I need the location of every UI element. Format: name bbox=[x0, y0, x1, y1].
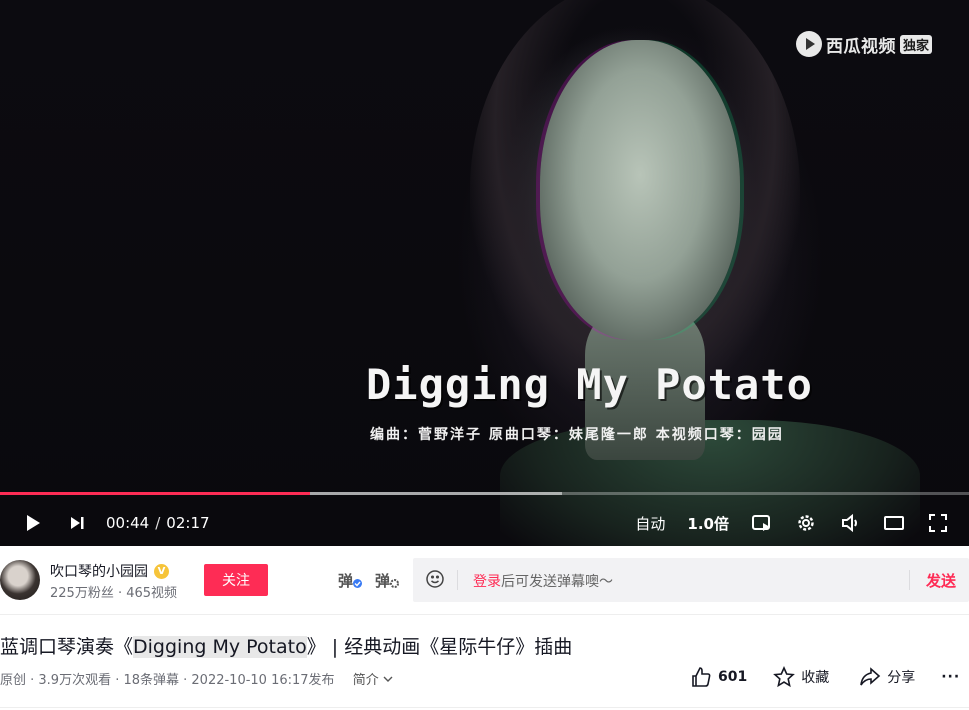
author-name[interactable]: 吹口琴的小园园 bbox=[50, 561, 148, 581]
send-divider bbox=[909, 570, 910, 590]
more-options-button[interactable]: ··· bbox=[941, 669, 960, 685]
danmu-toggle-label: 弹 bbox=[338, 572, 354, 590]
danmu-prompt: 登录后可发送弹幕噢～ bbox=[473, 571, 613, 591]
share-label: 分享 bbox=[887, 670, 916, 686]
verified-badge-icon: V bbox=[154, 563, 169, 579]
more-icon: ··· bbox=[941, 669, 961, 685]
danmu-settings-icon[interactable]: 弹 bbox=[375, 570, 400, 591]
video-subject-face bbox=[540, 40, 740, 340]
thumbs-up-icon bbox=[692, 667, 711, 687]
bottom-divider bbox=[0, 707, 969, 708]
follow-button[interactable]: 关注 bbox=[204, 564, 268, 596]
time-separator: / bbox=[155, 514, 161, 532]
video-title-suffix: 》 | 经典动画《星际牛仔》插曲 bbox=[306, 636, 573, 658]
video-player[interactable]: 西瓜视频 独家 Digging My Potato 编曲：菅野洋子 原曲口琴：妹… bbox=[0, 0, 969, 546]
fullscreen-icon[interactable] bbox=[925, 510, 951, 536]
video-overlay-credits: 编曲：菅野洋子 原曲口琴：妹尾隆一郎 本视频口琴：园园 bbox=[370, 427, 784, 443]
progress-played bbox=[0, 492, 311, 495]
danmu-settings-label: 弹 bbox=[375, 572, 391, 590]
login-link[interactable]: 登录 bbox=[473, 574, 501, 590]
theater-mode-icon[interactable] bbox=[881, 510, 907, 536]
settings-gear-icon[interactable] bbox=[793, 510, 819, 536]
share-button[interactable]: 分享 bbox=[859, 666, 915, 688]
xigua-watermark: 西瓜视频 独家 bbox=[796, 30, 933, 58]
quality-auto-button[interactable]: 自动 bbox=[635, 513, 665, 534]
next-icon[interactable] bbox=[64, 510, 90, 536]
play-icon[interactable] bbox=[20, 510, 46, 536]
loop-icon[interactable] bbox=[749, 510, 775, 536]
chevron-down-icon bbox=[383, 676, 393, 682]
author-stats: 225万粉丝 · 465视频 bbox=[50, 586, 178, 601]
like-button[interactable]: 601 bbox=[690, 666, 747, 688]
playback-speed-button[interactable]: 1.0倍 bbox=[687, 513, 729, 534]
intro-label: 简介 bbox=[352, 673, 379, 688]
like-count: 601 bbox=[718, 669, 748, 685]
video-actions: 601 收藏 分享 ··· bbox=[690, 666, 960, 688]
collect-button[interactable]: 收藏 bbox=[773, 666, 829, 688]
star-icon bbox=[773, 666, 796, 688]
player-controls: 00:44 / 02:17 自动 1.0倍 bbox=[0, 500, 969, 544]
collect-label: 收藏 bbox=[801, 670, 830, 686]
time-display: 00:44 / 02:17 bbox=[106, 514, 210, 532]
danmu-input-box[interactable]: 登录后可发送弹幕噢～ 发送 bbox=[413, 558, 969, 602]
watermark-brand: 西瓜视频 bbox=[826, 36, 896, 57]
intro-toggle[interactable]: 简介 bbox=[353, 673, 393, 688]
total-time: 02:17 bbox=[166, 514, 210, 532]
watermark-exclusive-badge: 独家 bbox=[900, 34, 933, 54]
author-danmu-bar: 吹口琴的小园园 V 225万粉丝 · 465视频 关注 弹 弹 登录后可发送弹幕… bbox=[0, 546, 969, 615]
author-avatar[interactable] bbox=[0, 560, 40, 600]
danmu-prompt-text: 后可发送弹幕噢～ bbox=[501, 574, 613, 590]
progress-bar[interactable] bbox=[0, 492, 969, 495]
video-meta: 原创 · 3.9万次观看 · 18条弹幕 · 2022-10-10 16:17发… bbox=[0, 669, 393, 688]
video-title-highlight: Digging My Potato bbox=[133, 636, 307, 658]
current-time: 00:44 bbox=[106, 514, 150, 532]
video-title: 蓝调口琴演奏《Digging My Potato》 | 经典动画《星际牛仔》插曲 bbox=[0, 632, 572, 659]
emoji-icon[interactable] bbox=[425, 569, 445, 593]
xigua-logo-icon bbox=[796, 31, 822, 57]
video-title-prefix: 蓝调口琴演奏《 bbox=[0, 636, 134, 658]
video-meta-text: 原创 · 3.9万次观看 · 18条弹幕 · 2022-10-10 16:17发… bbox=[0, 673, 335, 688]
share-icon bbox=[860, 667, 881, 686]
danmu-toggle-icon[interactable]: 弹 bbox=[338, 570, 363, 591]
send-danmu-button[interactable]: 发送 bbox=[926, 570, 956, 591]
video-overlay-title: Digging My Potato bbox=[366, 360, 813, 409]
author-name-row: 吹口琴的小园园 V bbox=[50, 561, 169, 581]
danmu-divider bbox=[457, 570, 458, 590]
volume-icon[interactable] bbox=[837, 510, 863, 536]
